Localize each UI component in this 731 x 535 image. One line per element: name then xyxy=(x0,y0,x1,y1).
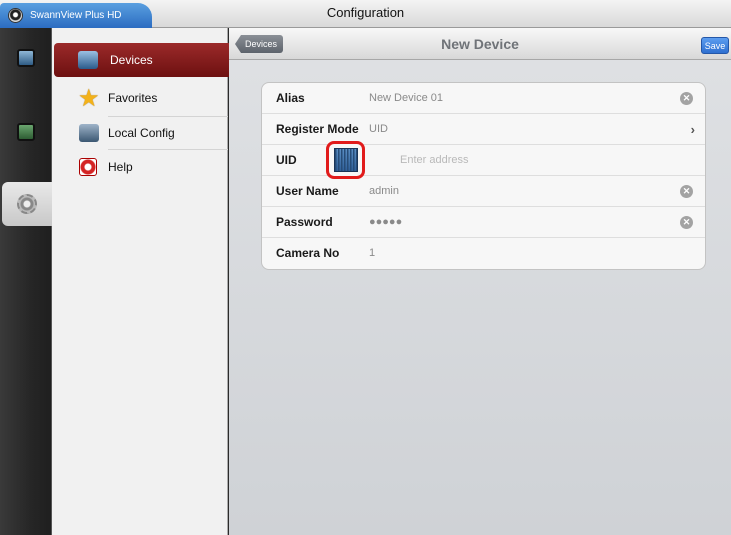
user-name-label: User Name xyxy=(276,184,339,198)
register-mode-row[interactable]: Register Mode UID › xyxy=(262,114,705,145)
nav-bar: Devices New Device Save xyxy=(229,28,731,60)
uid-row[interactable]: UID Enter address xyxy=(262,141,705,179)
camera-no-label: Camera No xyxy=(276,246,340,260)
monitor-icon xyxy=(17,49,35,67)
uid-field[interactable]: Enter address xyxy=(400,145,468,176)
password-field[interactable]: ●●●●● xyxy=(369,207,402,238)
side-menu: Devices Favorites Local Config Help xyxy=(52,28,230,535)
icon-rail xyxy=(0,28,52,535)
save-button[interactable]: Save xyxy=(701,37,729,54)
menu-item-label: Help xyxy=(108,160,133,174)
title-bar: SwannView Plus HD Configuration xyxy=(0,0,731,28)
playback-icon xyxy=(17,123,35,141)
password-row[interactable]: Password ●●●●● ✕ xyxy=(262,207,705,238)
devices-icon xyxy=(78,51,98,69)
menu-item-favorites[interactable]: Favorites xyxy=(52,82,228,114)
playback-button[interactable] xyxy=(8,116,42,150)
register-mode-value: UID xyxy=(369,123,388,135)
camera-no-field[interactable]: 1 xyxy=(369,238,375,269)
configuration-button[interactable] xyxy=(2,182,52,226)
live-view-button[interactable] xyxy=(8,42,42,76)
menu-item-help[interactable]: Help xyxy=(52,151,228,183)
alias-row[interactable]: Alias New Device 01 ✕ xyxy=(262,83,705,114)
uid-label: UID xyxy=(276,153,297,167)
menu-divider xyxy=(108,149,228,150)
menu-item-label: Devices xyxy=(110,53,153,67)
alias-field[interactable]: New Device 01 xyxy=(369,83,443,114)
lifebuoy-icon xyxy=(79,158,97,176)
menu-item-label: Local Config xyxy=(108,126,175,140)
clear-icon[interactable]: ✕ xyxy=(680,185,693,198)
camera-no-row[interactable]: Camera No 1 xyxy=(262,238,705,269)
user-name-row[interactable]: User Name admin ✕ xyxy=(262,176,705,207)
gear-icon xyxy=(17,194,37,214)
star-icon xyxy=(78,84,100,113)
menu-item-local-config[interactable]: Local Config xyxy=(52,117,228,149)
device-form: Alias New Device 01 ✕ Register Mode UID … xyxy=(261,82,706,270)
qr-code-icon xyxy=(334,148,358,172)
menu-item-label: Favorites xyxy=(108,91,158,105)
chevron-right-icon: › xyxy=(690,122,695,137)
main-panel: Devices New Device Save Alias New Device… xyxy=(229,28,731,535)
menu-item-devices[interactable]: Devices xyxy=(54,43,230,77)
password-label: Password xyxy=(276,215,333,229)
window-title: Configuration xyxy=(326,5,405,20)
user-name-field[interactable]: admin xyxy=(369,176,399,207)
clear-icon[interactable]: ✕ xyxy=(680,216,693,229)
clear-icon[interactable]: ✕ xyxy=(680,92,693,105)
qr-scan-button[interactable] xyxy=(326,141,365,179)
page-title: New Device xyxy=(441,36,519,52)
config-icon xyxy=(79,124,99,142)
alias-label: Alias xyxy=(276,91,305,105)
